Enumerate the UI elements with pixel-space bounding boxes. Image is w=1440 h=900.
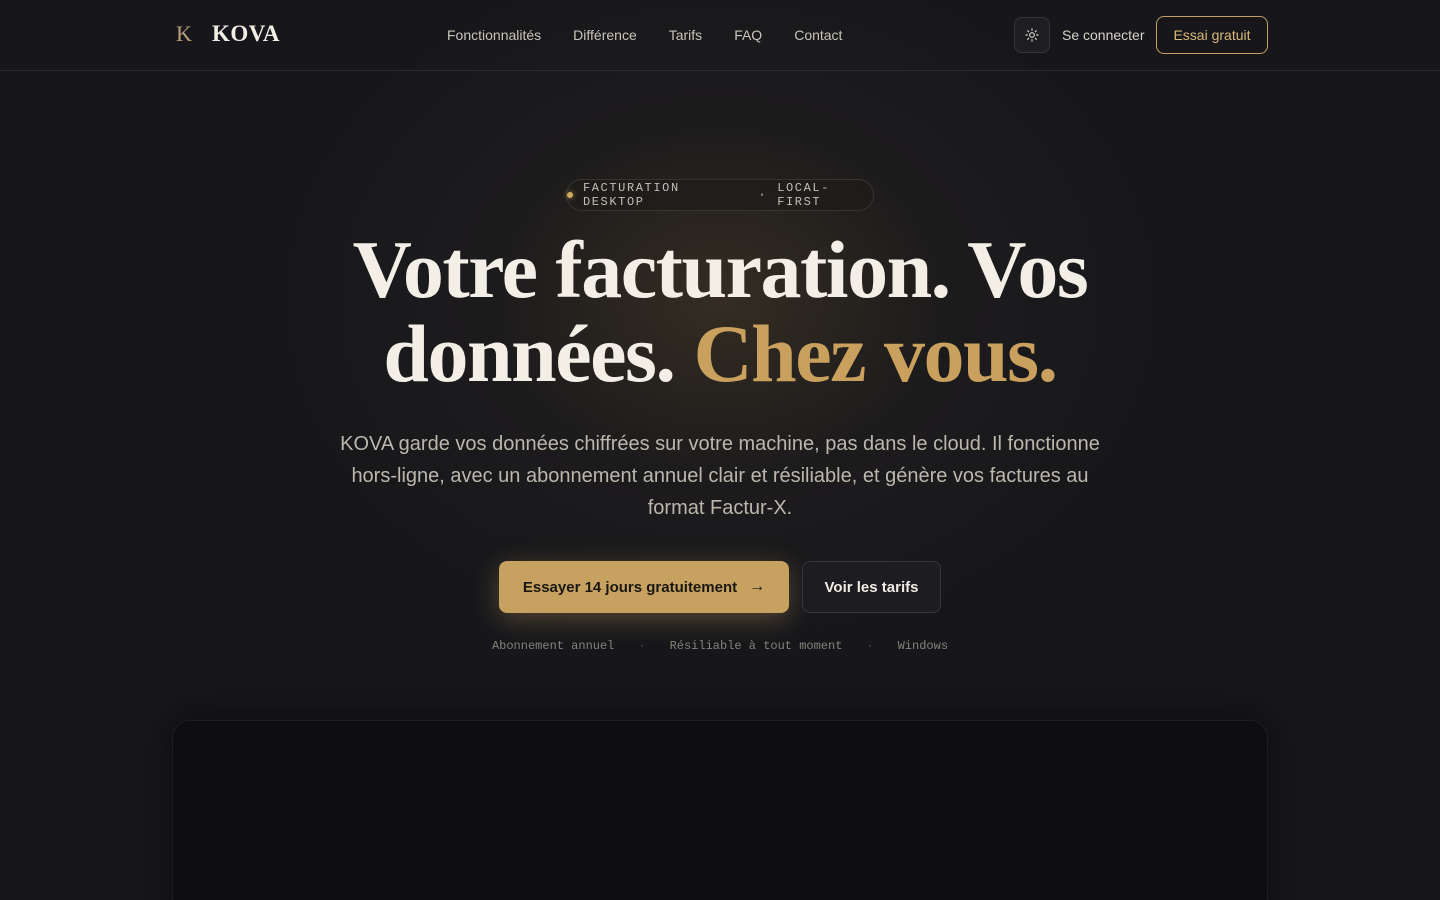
start-trial-button[interactable]: Essayer 14 jours gratuitement →: [499, 561, 789, 613]
badge-label-left: FACTURATION DESKTOP: [582, 181, 680, 209]
view-pricing-button[interactable]: Voir les tarifs: [802, 561, 941, 613]
logo[interactable]: K KOVA: [176, 20, 280, 48]
start-trial-label: Essayer 14 jours gratuitement: [522, 578, 738, 596]
hero-badge: FACTURATION DESKTOP · LOCAL-FIRST: [566, 179, 874, 211]
app-preview-panel: [172, 720, 1268, 900]
arrow-right-icon: →: [749, 578, 766, 595]
free-trial-button[interactable]: Essai gratuit: [1156, 16, 1268, 54]
headline-accent: Chez vous.: [693, 308, 1058, 399]
sun-icon: [1025, 28, 1039, 42]
badge-separator: ·: [758, 188, 768, 202]
badge-label-right: LOCAL-FIRST: [777, 181, 831, 209]
logo-text: KOVA: [212, 21, 281, 46]
headline-line-1: Votre facturation. Vos: [352, 224, 1089, 315]
nav-item-contact[interactable]: Contact: [794, 26, 842, 44]
hero-headline: Votre facturation. Vos données. Chez vou…: [220, 228, 1220, 396]
headline-line-2: données.: [383, 308, 676, 399]
main-nav: Fonctionnalités Différence Tarifs FAQ Co…: [447, 26, 842, 44]
feature-separator: ·: [638, 639, 646, 653]
feature-separator: ·: [866, 639, 874, 653]
nav-item-tarifs[interactable]: Tarifs: [669, 26, 702, 44]
feature-list: Abonnement annuel · Résiliable à tout mo…: [0, 638, 1440, 654]
feature-item: Abonnement annuel: [491, 639, 615, 653]
theme-toggle-button[interactable]: [1014, 17, 1050, 53]
logo-mark: K: [176, 21, 192, 46]
feature-item: Windows: [897, 639, 949, 653]
hero-subtitle: KOVA garde vos données chiffrées sur vot…: [340, 433, 1100, 519]
login-link[interactable]: Se connecter: [1062, 26, 1145, 44]
badge-dot-icon: [567, 192, 573, 198]
nav-item-faq[interactable]: FAQ: [734, 26, 762, 44]
site-header: K KOVA Fonctionnalités Différence Tarifs…: [0, 0, 1440, 71]
nav-item-fonctionnalites[interactable]: Fonctionnalités: [447, 26, 541, 44]
feature-item: Résiliable à tout moment: [669, 639, 843, 653]
nav-item-difference[interactable]: Différence: [573, 26, 637, 44]
